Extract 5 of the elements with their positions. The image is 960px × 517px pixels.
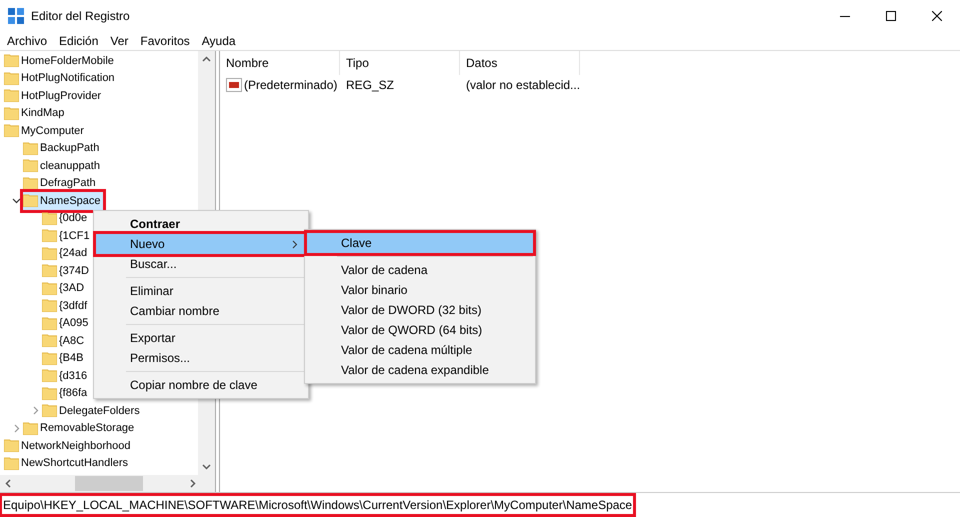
status-path: Equipo\HKEY_LOCAL_MACHINE\SOFTWARE\Microsoft\Windows\CurrentVersion\Explorer\MyComputer\NameSpace [2, 496, 634, 514]
window-title: Editor del Registro [31, 8, 130, 25]
table-cell: REG_SZ [346, 78, 394, 92]
table-cell-text: (Predeterminado) [244, 77, 338, 94]
table-cell: (valor no establecid... [466, 78, 580, 92]
